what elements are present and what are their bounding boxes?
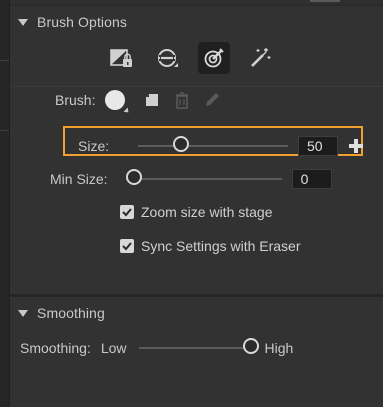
sync-with-eraser-label: Sync Settings with Eraser bbox=[141, 238, 301, 254]
smoothing-label: Smoothing: bbox=[20, 340, 91, 356]
brush-new-button[interactable] bbox=[143, 91, 161, 109]
gutter-divider bbox=[0, 130, 9, 131]
brush-mode-toolbar bbox=[106, 42, 276, 74]
smoothing-slider[interactable] bbox=[138, 338, 259, 358]
brush-mode-button[interactable] bbox=[152, 42, 184, 74]
lock-fill-button[interactable] bbox=[106, 42, 138, 74]
lock-fill-icon bbox=[110, 49, 132, 67]
gutter-divider bbox=[0, 60, 9, 61]
target-brush-icon bbox=[204, 48, 224, 68]
brush-shape-picker[interactable] bbox=[105, 90, 126, 110]
min-size-label: Min Size: bbox=[50, 171, 108, 187]
size-slider-track bbox=[138, 145, 288, 147]
trash-icon bbox=[176, 92, 189, 109]
min-size-input[interactable]: 0 bbox=[291, 169, 332, 189]
min-size-slider-thumb[interactable] bbox=[125, 169, 142, 185]
zoom-with-stage-label: Zoom size with stage bbox=[141, 204, 273, 220]
zoom-with-stage-checkbox[interactable] bbox=[120, 205, 134, 219]
top-strip bbox=[10, 0, 383, 4]
left-gutter bbox=[0, 0, 10, 407]
sync-with-eraser-checkbox[interactable] bbox=[120, 239, 134, 253]
smoothing-slider-track bbox=[138, 347, 259, 349]
scroll-nub bbox=[310, 0, 340, 2]
min-size-row: Min Size: 0 bbox=[50, 169, 332, 189]
sync-with-eraser-row[interactable]: Sync Settings with Eraser bbox=[120, 238, 301, 254]
size-slider[interactable] bbox=[138, 136, 288, 156]
smoothing-header[interactable]: Smoothing bbox=[18, 305, 105, 321]
section-divider bbox=[10, 86, 383, 87]
size-label: Size: bbox=[78, 138, 110, 154]
collapse-triangle-icon[interactable] bbox=[18, 18, 28, 26]
brush-mode-icon bbox=[158, 49, 178, 67]
pressure-target-button[interactable] bbox=[198, 42, 230, 74]
smoothing-slider-thumb[interactable] bbox=[242, 338, 259, 354]
smoothing-row: Smoothing: Low High bbox=[20, 338, 293, 358]
brush-options-header[interactable]: Brush Options bbox=[18, 14, 127, 30]
brush-delete-button[interactable] bbox=[173, 91, 191, 109]
smoothing-low-label: Low bbox=[100, 340, 127, 356]
checkmark-icon bbox=[122, 208, 132, 217]
smoothing-high-label: High bbox=[264, 340, 294, 356]
collapse-triangle-icon[interactable] bbox=[18, 309, 28, 317]
size-slider-thumb[interactable] bbox=[172, 136, 189, 152]
smoothing-title: Smoothing bbox=[37, 305, 105, 321]
brush-label: Brush: bbox=[55, 92, 96, 108]
zoom-with-stage-row[interactable]: Zoom size with stage bbox=[120, 204, 273, 220]
brush-options-title: Brush Options bbox=[37, 14, 128, 30]
min-size-slider-track bbox=[125, 178, 282, 180]
plus-icon[interactable] bbox=[349, 139, 363, 153]
new-brush-icon bbox=[146, 94, 159, 106]
magic-wand-icon bbox=[251, 48, 271, 67]
size-row: Size: 50 bbox=[78, 136, 363, 156]
size-input[interactable]: 50 bbox=[298, 136, 338, 156]
min-size-slider[interactable] bbox=[125, 169, 282, 189]
magic-brush-button[interactable] bbox=[244, 42, 276, 74]
brush-row: Brush: bbox=[55, 90, 221, 110]
brush-edit-button[interactable] bbox=[203, 91, 221, 109]
checkmark-icon bbox=[122, 242, 132, 251]
pencil-icon bbox=[206, 93, 220, 106]
